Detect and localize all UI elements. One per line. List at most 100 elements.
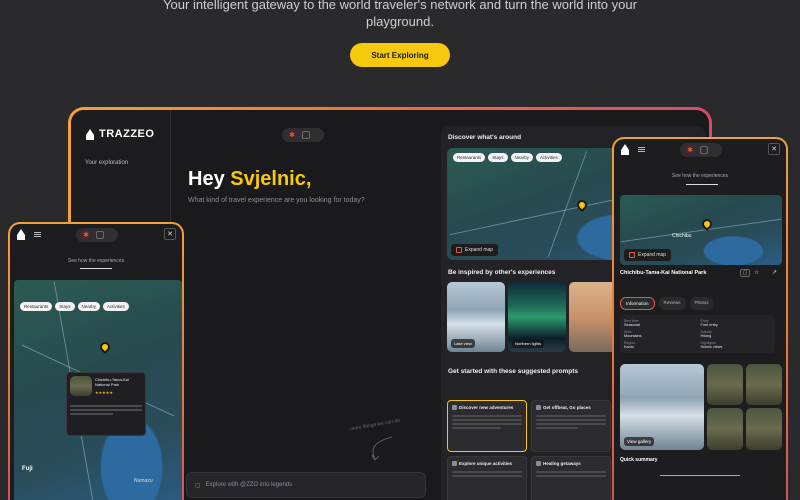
expand-icon [629,252,635,258]
expand-map-label: Expand map [465,247,494,253]
sparkle-icon: ✱ [683,145,697,155]
leaf-icon [536,461,541,466]
place-card-rating: ★★★★★ [95,390,113,395]
map-chips: Restaurants Stays Nearby Activities [453,153,562,162]
expand-icon [456,247,462,253]
prompt-title: Get offbeat, Go places [543,405,591,410]
expand-map-button[interactable]: Expand map [451,244,499,256]
tab-information[interactable]: Information [620,297,655,310]
explore-placeholder: Explore with @ZZO into legends [205,482,293,488]
chat-icon: ▢ [195,482,201,489]
prompt-card[interactable]: Discover new adventures [447,400,527,452]
tab-reviews[interactable]: Reviews [658,297,686,310]
info-value: Free entry [700,323,718,327]
hero-subtitle: Your intelligent gateway to the world tr… [163,0,637,29]
chip-restaurants[interactable]: Restaurants [453,153,486,162]
expand-map-button[interactable]: Expand map [624,249,672,261]
gallery-photo[interactable] [746,364,782,405]
start-exploring-button[interactable]: Start Exploring [350,43,450,67]
prompt-title: Healing getaways [543,461,581,466]
view-gallery-button[interactable]: View gallery [624,437,655,446]
phone-map[interactable]: Chichibu Expand map [620,195,782,265]
prompt-body [536,469,606,493]
left-phone-screen: ✱ ✕ See how the experiences Restaurants … [10,224,182,500]
info-cell: Activity Hiking [701,330,772,338]
bookmark-icon[interactable]: ▢ [740,269,750,277]
chip-activities[interactable]: Activities [536,153,562,162]
gallery-main-photo[interactable]: View gallery [620,364,704,450]
info-value: Kanto [624,345,634,349]
close-icon[interactable]: ✕ [164,228,176,240]
phone-map[interactable]: Restaurants Stays Nearby Activities Chic… [14,280,182,500]
prompt-card[interactable]: Get offbeat, Go places [531,400,611,452]
map-pin-icon[interactable] [97,339,113,355]
prompts-title: Get started with these suggested prompts [448,368,579,375]
sidebar-item-exploration[interactable]: Your exploration [85,160,128,166]
place-thumbnail [70,376,92,396]
greeting-question: What kind of travel experience are you l… [188,197,365,204]
info-cell: Highlights Scenic views [701,341,772,349]
inspired-photo-aurora[interactable]: Northern lights [508,282,566,352]
info-cell: Entry Free entry [701,319,772,327]
mode-toggle[interactable]: ✱ [76,228,118,242]
left-phone-mockup: ✱ ✕ See how the experiences Restaurants … [8,222,184,500]
doodle-arrow-icon [371,436,393,461]
summary-title: Quick summary [620,457,658,463]
prompt-body [452,469,522,493]
chip-activities[interactable]: Activities [103,302,129,311]
home-indicator [660,475,740,476]
app-logo[interactable]: TRAZZEO [85,128,154,140]
chip-restaurants[interactable]: Restaurants [20,302,53,311]
chip-nearby[interactable]: Nearby [77,302,101,311]
logo-icon [85,128,95,140]
prompt-body [452,413,522,437]
photo-caption: Northern lights [512,339,545,348]
map-icon [536,405,541,410]
mode-toggle[interactable]: ✱ [680,143,722,157]
user-name: Svjelnic, [230,168,312,190]
close-icon[interactable]: ✕ [768,143,780,155]
right-phone-screen: ✱ ✕ See how the experiences Chichibu Exp… [614,139,786,500]
map-pin-icon[interactable] [574,197,590,213]
place-tabs: Information Reviews Photos [620,297,775,310]
tab-photos[interactable]: Photos [689,297,714,310]
phone-subtitle: See how the experiences [67,258,125,264]
map-label-fuji: Fuji [22,466,33,472]
square-icon [302,131,310,139]
gallery-photo[interactable] [707,364,743,405]
place-card[interactable]: Chichibu-Tama-Kai National Park ★★★★★ [66,372,146,436]
tab-indicator [80,268,112,269]
brand-name: TRAZZEO [99,128,155,140]
chip-stays[interactable]: Stays [55,302,75,311]
tab-indicator [686,184,718,185]
prompt-card[interactable]: Healing getaways [531,456,611,500]
prompt-title: Explore unique activities [459,461,513,466]
star-icon[interactable]: ☆ [754,269,759,276]
map-label-chichibu: Chichibu [672,233,692,239]
share-icon[interactable]: ↗ [772,269,777,276]
info-value: Seasonal [624,323,640,327]
explore-input[interactable]: ▢ Explore with @ZZO into legends [186,472,426,498]
menu-icon[interactable] [638,147,645,152]
gallery-photo[interactable] [746,408,782,450]
info-value: Mountains [624,334,642,338]
square-icon [96,231,104,239]
chat-area: ✱ Hey Svjelnic, What kind of travel expe… [172,110,437,500]
doodle-note: more things we can do [349,417,401,433]
info-value: Scenic views [700,345,723,349]
menu-icon[interactable] [34,232,41,237]
greeting-prefix: Hey [188,168,231,190]
mode-toggle[interactable]: ✱ [282,128,324,142]
prompt-body [536,413,606,437]
discover-title: Discover what's around [448,134,522,141]
chip-nearby[interactable]: Nearby [510,153,534,162]
prompt-title: Discover new adventures [459,405,514,410]
inspired-photo-lake[interactable]: Lake view [447,282,505,352]
prompt-card[interactable]: Explore unique activities [447,456,527,500]
chip-stays[interactable]: Stays [488,153,508,162]
gallery-photo[interactable] [707,408,743,450]
map-label-numazu: Numazu [134,478,153,484]
inspired-title: Be inspired by other's experiences [448,269,556,276]
expand-map-label: Expand map [638,252,667,258]
info-value: Hiking [700,334,712,338]
